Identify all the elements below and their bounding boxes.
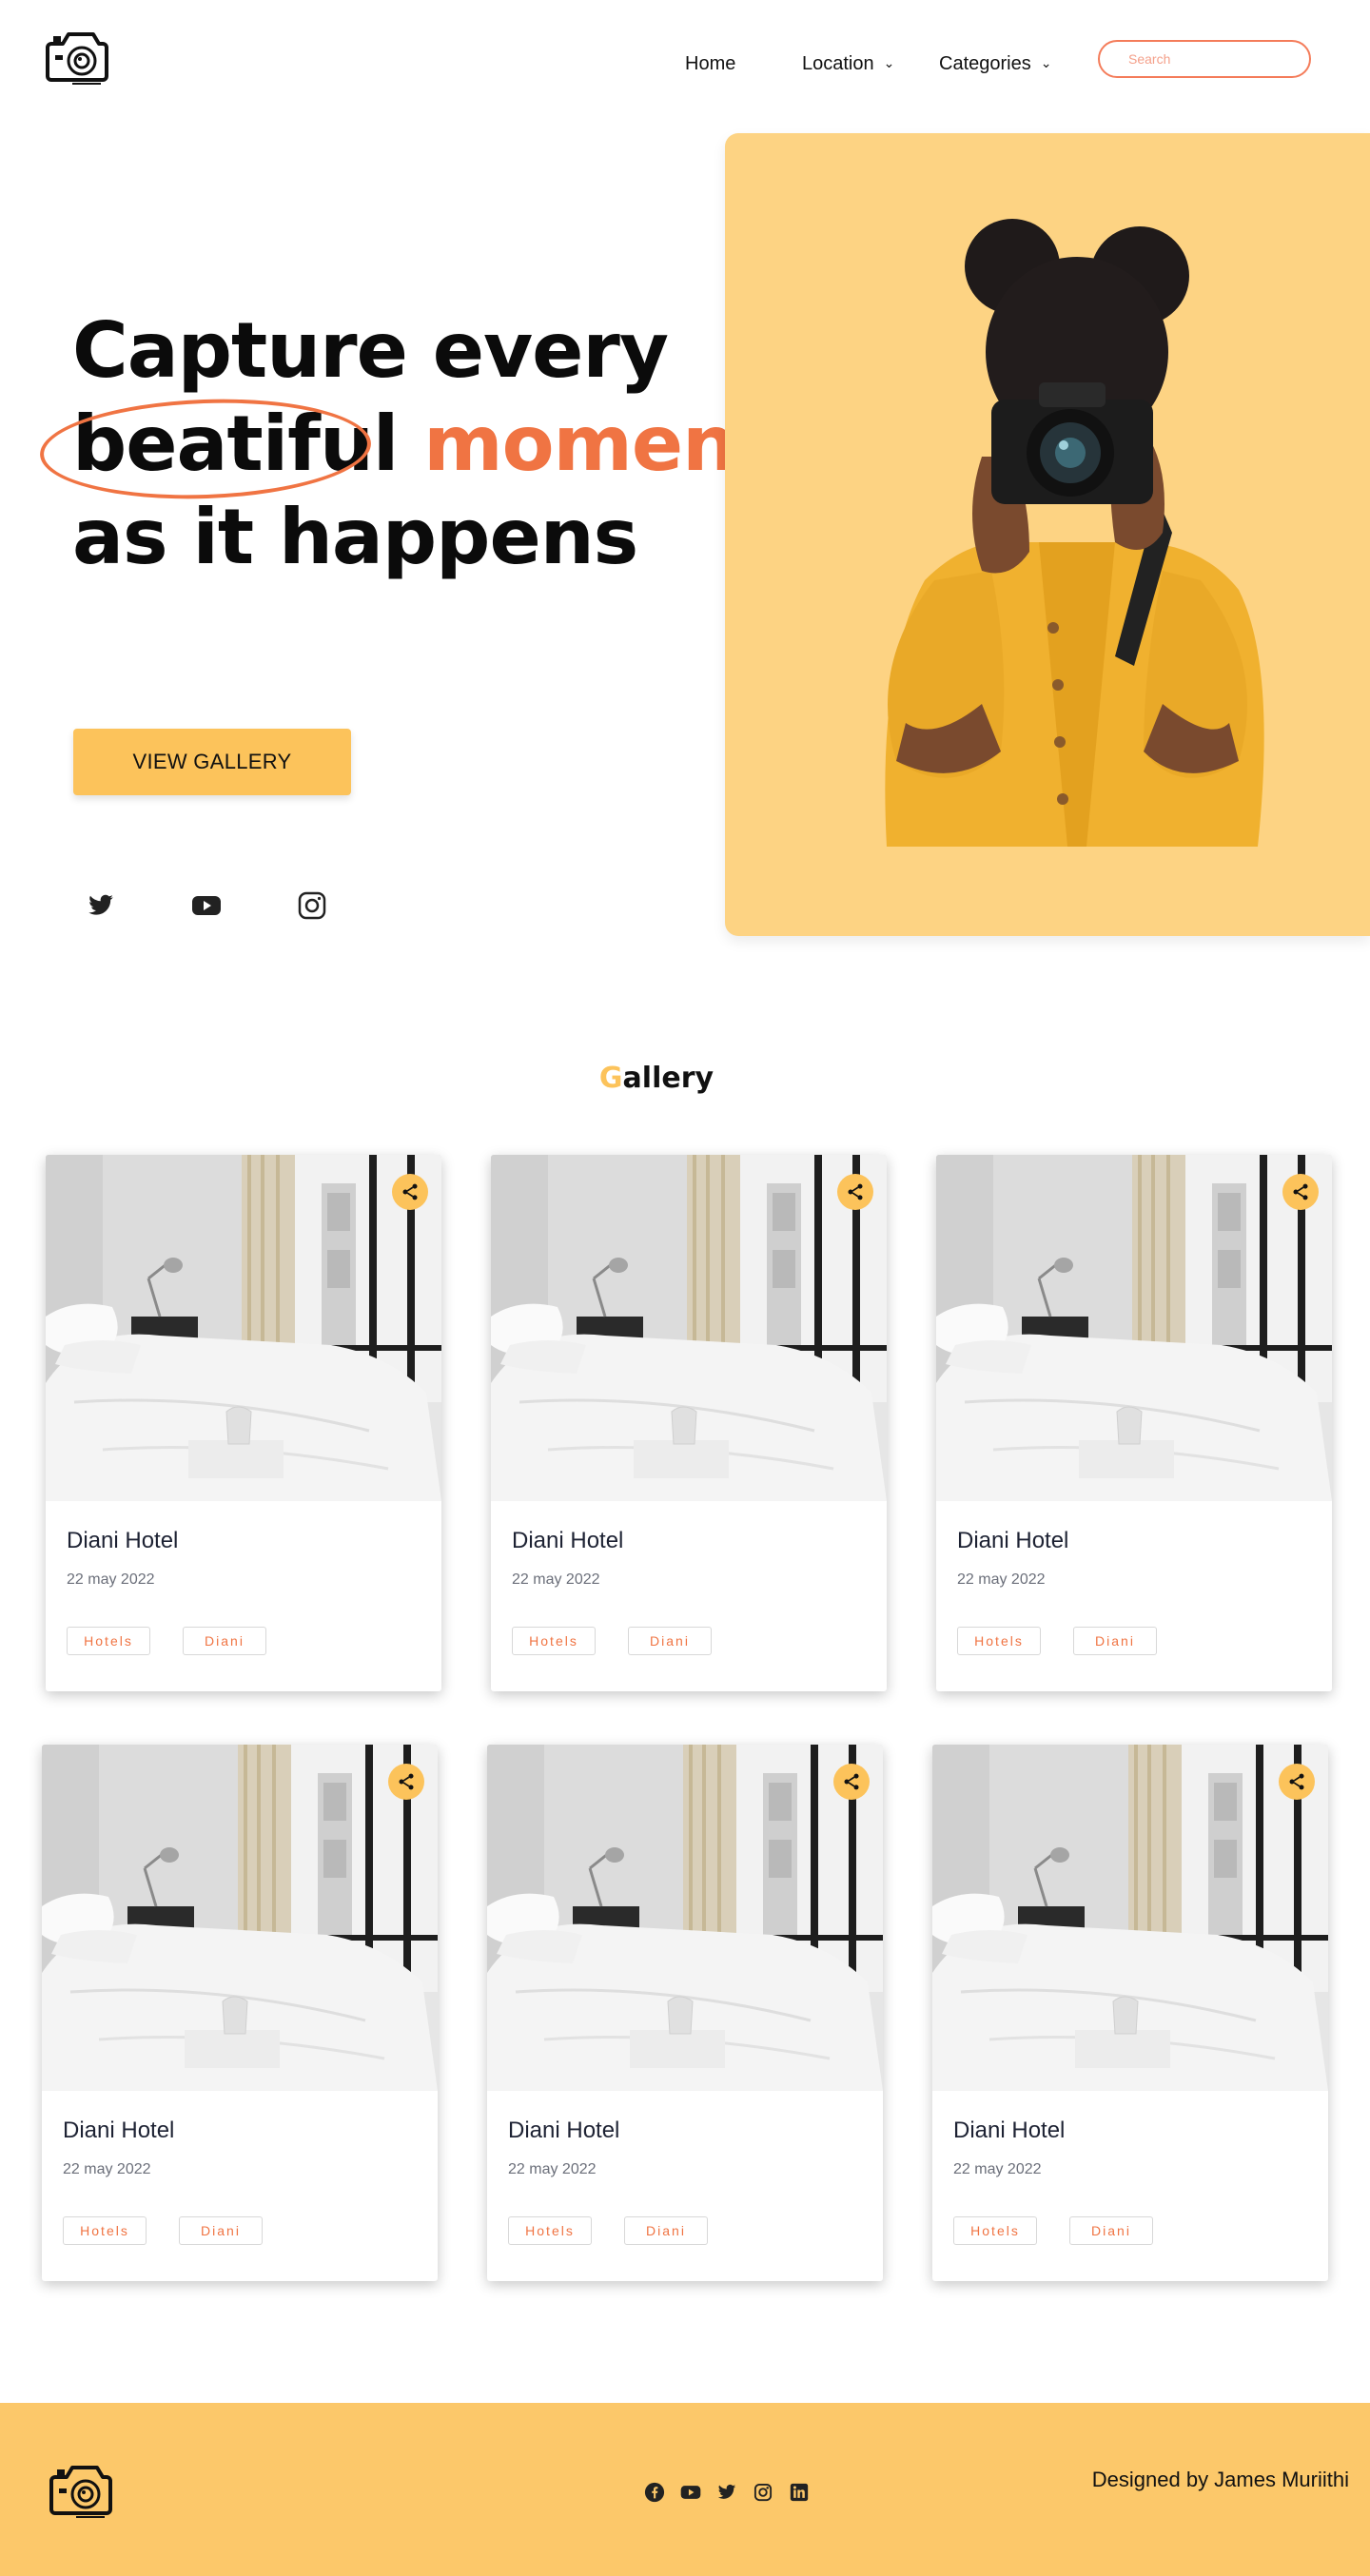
tag-diani[interactable]: Diani	[1069, 2216, 1153, 2245]
chevron-down-icon: ⌄	[1040, 55, 1052, 70]
twitter-icon[interactable]	[715, 2481, 738, 2504]
card-title[interactable]: Diani Hotel	[953, 2117, 1065, 2144]
gallery-heading-rest: allery	[622, 1062, 714, 1095]
tag-hotels[interactable]: Hotels	[67, 1627, 150, 1655]
camera-logo-icon[interactable]	[48, 2460, 114, 2519]
hotel-room-image	[46, 1155, 441, 1501]
card-title[interactable]: Diani Hotel	[508, 2117, 619, 2144]
card-date: 22 may 2022	[67, 1571, 155, 1588]
hero-line-3: as it happens	[72, 493, 638, 581]
gallery-card[interactable]: Diani Hotel 22 may 2022 Hotels Diani	[932, 1745, 1328, 2281]
hotel-room-image	[932, 1745, 1328, 2091]
linkedin-icon[interactable]	[788, 2481, 811, 2504]
footer: Designed by James Muriithi	[0, 2403, 1370, 2576]
card-date: 22 may 2022	[63, 2161, 151, 2177]
hotel-room-image	[487, 1745, 883, 2091]
tag-diani[interactable]: Diani	[183, 1627, 266, 1655]
share-icon[interactable]	[1282, 1174, 1319, 1210]
hero-line-1: Capture every	[72, 306, 669, 395]
card-title[interactable]: Diani Hotel	[957, 1528, 1068, 1554]
tag-hotels[interactable]: Hotels	[512, 1627, 596, 1655]
hero-highlight-word: moment	[423, 400, 772, 488]
gallery-card[interactable]: Diani Hotel 22 may 2022 Hotels Diani	[42, 1745, 438, 2281]
card-date: 22 may 2022	[957, 1571, 1046, 1588]
tag-diani[interactable]: Diani	[628, 1627, 712, 1655]
card-date: 22 may 2022	[953, 2161, 1042, 2177]
youtube-icon[interactable]	[187, 887, 225, 925]
tag-hotels[interactable]: Hotels	[957, 1627, 1041, 1655]
nav-home-label: Home	[685, 53, 736, 74]
hero-image-panel	[725, 133, 1370, 936]
share-icon[interactable]	[392, 1174, 428, 1210]
gallery-heading-initial: G	[598, 1062, 623, 1095]
hero-line-2: beatiful moment	[72, 398, 772, 491]
instagram-icon[interactable]	[752, 2481, 774, 2504]
gallery-card[interactable]: Diani Hotel 22 may 2022 Hotels Diani	[487, 1745, 883, 2281]
tag-hotels[interactable]: Hotels	[63, 2216, 147, 2245]
chevron-down-icon: ⌄	[883, 55, 895, 70]
tag-hotels[interactable]: Hotels	[508, 2216, 592, 2245]
camera-logo-icon[interactable]	[44, 27, 110, 86]
hotel-room-image	[491, 1155, 887, 1501]
tag-diani[interactable]: Diani	[624, 2216, 708, 2245]
nav-location-dropdown[interactable]: Location ⌄	[802, 53, 894, 75]
card-title[interactable]: Diani Hotel	[67, 1528, 178, 1554]
share-icon[interactable]	[837, 1174, 873, 1210]
share-icon[interactable]	[1279, 1764, 1315, 1800]
instagram-icon[interactable]	[293, 887, 331, 925]
gallery-card[interactable]: Diani Hotel 22 may 2022 Hotels Diani	[491, 1155, 887, 1691]
card-title[interactable]: Diani Hotel	[512, 1528, 623, 1554]
footer-credit: Designed by James Muriithi	[1091, 2468, 1349, 2491]
card-date: 22 may 2022	[508, 2161, 597, 2177]
hero-circled-word: beatiful	[72, 400, 399, 488]
gallery-card[interactable]: Diani Hotel 22 may 2022 Hotels Diani	[46, 1155, 441, 1691]
search-input[interactable]	[1098, 40, 1311, 78]
card-date: 22 may 2022	[512, 1571, 600, 1588]
gallery-card[interactable]: Diani Hotel 22 may 2022 Hotels Diani	[936, 1155, 1332, 1691]
share-icon[interactable]	[833, 1764, 870, 1800]
card-title[interactable]: Diani Hotel	[63, 2117, 174, 2144]
photographer-image	[885, 219, 1264, 847]
tag-hotels[interactable]: Hotels	[953, 2216, 1037, 2245]
nav-categories-label: Categories	[939, 53, 1031, 74]
hotel-room-image	[936, 1155, 1332, 1501]
gallery-heading: Gallery	[0, 1062, 1313, 1095]
view-gallery-button[interactable]: VIEW GALLERY	[73, 729, 351, 795]
nav-location-label: Location	[802, 53, 874, 74]
youtube-icon[interactable]	[679, 2481, 702, 2504]
hero-headline: Capture every beatiful moment as it happ…	[72, 304, 772, 584]
facebook-icon[interactable]	[643, 2481, 666, 2504]
hotel-room-image	[42, 1745, 438, 2091]
top-navbar: Home Location ⌄ Categories ⌄	[0, 0, 1370, 114]
tag-diani[interactable]: Diani	[1073, 1627, 1157, 1655]
share-icon[interactable]	[388, 1764, 424, 1800]
nav-home-link[interactable]: Home	[685, 53, 735, 75]
nav-categories-dropdown[interactable]: Categories ⌄	[939, 53, 1051, 75]
tag-diani[interactable]: Diani	[179, 2216, 263, 2245]
twitter-icon[interactable]	[82, 887, 120, 925]
